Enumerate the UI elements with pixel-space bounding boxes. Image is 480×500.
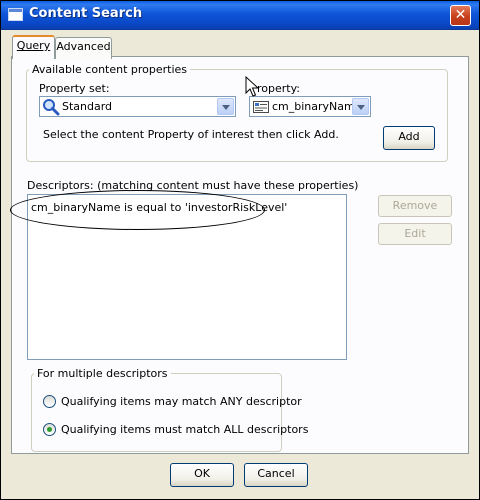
list-item[interactable]: cm_binaryName is equal to 'investorRiskL… (31, 201, 287, 214)
property-set-label: Property set: (39, 82, 110, 95)
close-button[interactable]: ✕ (450, 5, 471, 26)
tab-advanced[interactable]: Advanced (55, 37, 112, 59)
radio-match-any-label[interactable]: Qualifying items may match ANY descripto… (61, 395, 302, 408)
multiple-descriptors-label: For multiple descriptors (34, 367, 171, 380)
radio-match-all-label[interactable]: Qualifying items must match ALL descript… (61, 423, 308, 436)
property-field-icon (253, 101, 269, 113)
remove-button[interactable]: Remove (378, 195, 452, 217)
multiple-descriptors-group (31, 373, 282, 452)
add-button[interactable]: Add (383, 126, 435, 150)
instruction-text: Select the content Property of interest … (43, 128, 339, 141)
chevron-down-icon[interactable] (352, 98, 369, 115)
descriptors-list[interactable]: cm_binaryName is equal to 'investorRiskL… (27, 194, 347, 360)
window-title: Content Search (29, 6, 143, 21)
property-value: cm_binaryName (272, 100, 362, 113)
property-label: roperty: (257, 82, 301, 95)
descriptors-label: Descriptors: (matching content must have… (27, 179, 359, 192)
ok-button[interactable]: OK (170, 463, 234, 487)
radio-match-all[interactable] (43, 423, 56, 436)
tab-query-label: Query (16, 39, 51, 52)
edit-button[interactable]: Edit (378, 223, 452, 245)
magnifier-icon (43, 99, 60, 116)
window-icon (8, 8, 23, 21)
tab-advanced-label: Advanced (56, 40, 111, 53)
tab-query[interactable]: Query (12, 35, 55, 59)
available-properties-label: Available content properties (29, 63, 191, 76)
property-set-combobox[interactable]: Standard (39, 96, 236, 117)
property-set-value: Standard (62, 100, 113, 113)
cancel-button[interactable]: Cancel (244, 463, 308, 487)
property-combobox[interactable]: cm_binaryName (249, 96, 371, 117)
chevron-down-icon[interactable] (217, 98, 234, 115)
radio-match-any[interactable] (43, 395, 56, 408)
